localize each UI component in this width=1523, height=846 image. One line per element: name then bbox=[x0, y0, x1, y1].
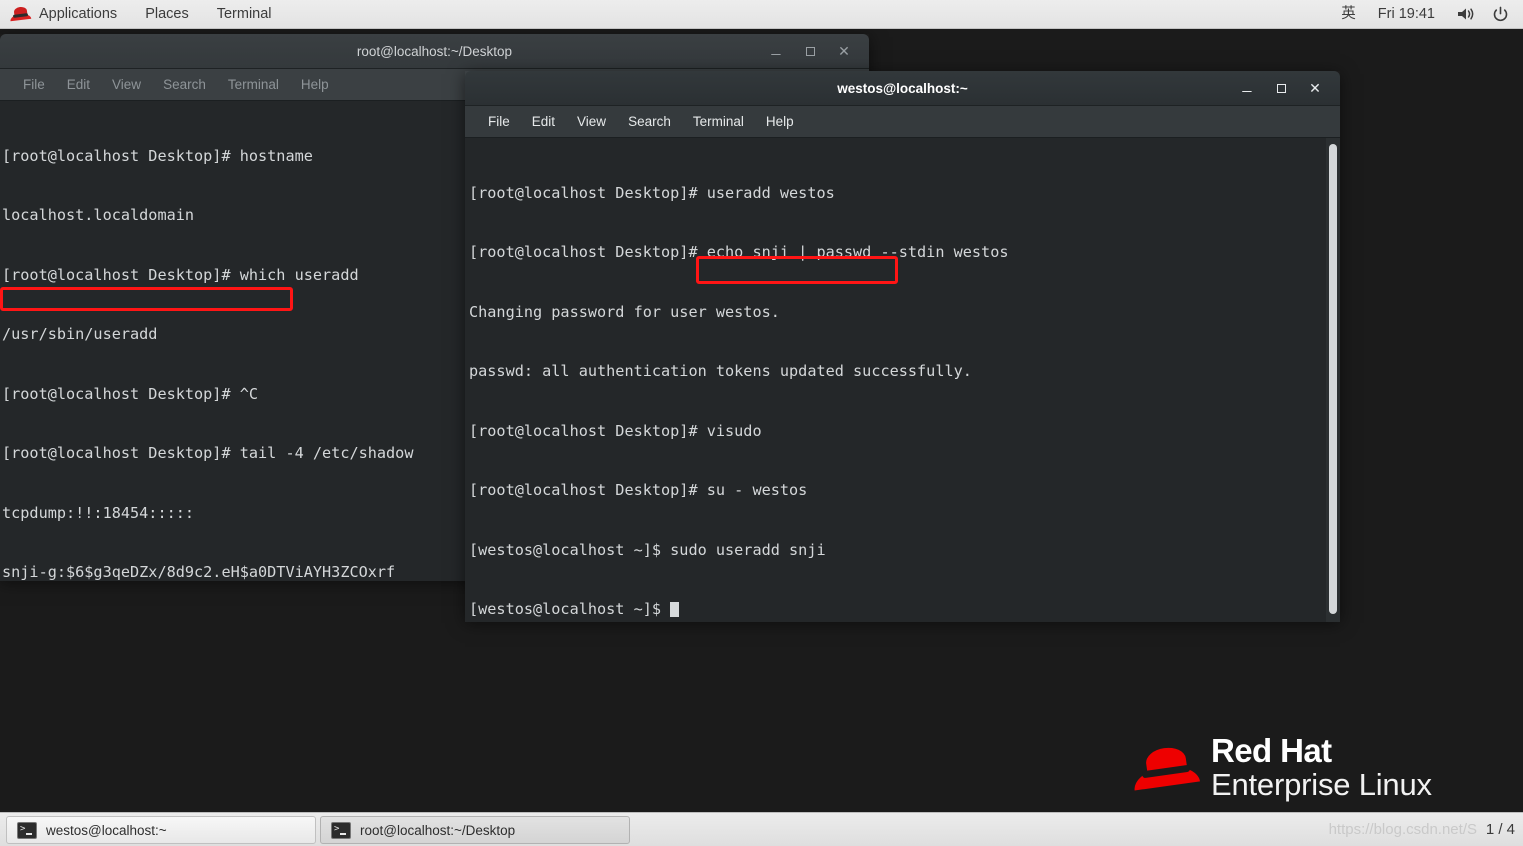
top-panel: Applications Places Terminal 英 Fri 19:41 bbox=[0, 0, 1523, 29]
taskbar-item-root[interactable]: root@localhost:~/Desktop bbox=[320, 816, 630, 844]
window-controls-westos: _ ✕ bbox=[1230, 71, 1332, 105]
desktop-screen: Applications Places Terminal 英 Fri 19:41 bbox=[0, 0, 1523, 846]
menu-help-westos[interactable]: Help bbox=[755, 106, 805, 137]
terminal-line: passwd: all authentication tokens update… bbox=[469, 362, 972, 381]
redhat-fedora-icon bbox=[9, 6, 32, 22]
close-button-root[interactable]: ✕ bbox=[827, 34, 861, 68]
menu-terminal-root[interactable]: Terminal bbox=[217, 69, 290, 100]
terminal-line: [root@localhost Desktop]# useradd westos bbox=[469, 183, 835, 202]
terminal-output-westos[interactable]: [root@localhost Desktop]# useradd westos… bbox=[465, 138, 1340, 622]
terminal-line: [root@localhost Desktop]# echo snji | pa… bbox=[469, 243, 1009, 262]
taskbar: westos@localhost:~ root@localhost:~/Desk… bbox=[0, 812, 1523, 846]
brand-line-2: Enterprise Linux bbox=[1211, 766, 1432, 802]
menubar-westos-terminal: File Edit View Search Terminal Help bbox=[465, 106, 1340, 138]
menu-applications[interactable]: Applications bbox=[0, 0, 131, 28]
titlebar-root-terminal[interactable]: root@localhost:~/Desktop _ ✕ bbox=[0, 34, 869, 69]
text-cursor bbox=[670, 602, 680, 618]
scrollbar-thumb[interactable] bbox=[1329, 144, 1337, 614]
terminal-line: [root@localhost Desktop]# su - westos bbox=[469, 481, 808, 500]
menu-file-westos[interactable]: File bbox=[477, 106, 521, 137]
brand-line-1: Red Hat bbox=[1211, 732, 1332, 769]
clock[interactable]: Fri 19:41 bbox=[1367, 0, 1446, 28]
minimize-button-root[interactable]: _ bbox=[759, 31, 793, 72]
redhat-fedora-logo-icon bbox=[1131, 744, 1201, 791]
power-icon[interactable] bbox=[1492, 6, 1509, 23]
terminal-text-westos: [root@localhost Desktop]# useradd westos… bbox=[465, 138, 1340, 622]
taskbar-item-westos-label: westos@localhost:~ bbox=[46, 822, 167, 838]
titlebar-westos-terminal[interactable]: westos@localhost:~ _ ✕ bbox=[465, 71, 1340, 106]
top-panel-status-area: 英 Fri 19:41 bbox=[1330, 0, 1523, 28]
vertical-scrollbar[interactable] bbox=[1326, 138, 1340, 622]
window-westos-terminal[interactable]: westos@localhost:~ _ ✕ File Edit View Se… bbox=[465, 71, 1340, 622]
menu-view-westos[interactable]: View bbox=[566, 106, 617, 137]
close-button-westos[interactable]: ✕ bbox=[1298, 71, 1332, 105]
menu-edit-root[interactable]: Edit bbox=[56, 69, 101, 100]
menu-terminal[interactable]: Terminal bbox=[203, 0, 286, 28]
terminal-icon bbox=[17, 821, 37, 839]
terminal-line: Changing password for user westos. bbox=[469, 302, 780, 321]
terminal-line: [root@localhost Desktop]# visudo bbox=[469, 421, 762, 440]
menu-search-westos[interactable]: Search bbox=[617, 106, 682, 137]
terminal-line-highlighted: [westos@localhost ~]$ sudo useradd snji bbox=[469, 540, 826, 559]
menu-view-root[interactable]: View bbox=[101, 69, 152, 100]
minimize-button-westos[interactable]: _ bbox=[1230, 68, 1264, 109]
terminal-prompt-line: [westos@localhost ~]$ bbox=[469, 600, 1340, 620]
watermark: https://blog.csdn.net/S bbox=[1328, 821, 1477, 838]
page-indicator: 1 / 4 bbox=[1485, 821, 1515, 838]
menu-edit-westos[interactable]: Edit bbox=[521, 106, 566, 137]
window-controls-root: _ ✕ bbox=[759, 34, 861, 68]
menu-places[interactable]: Places bbox=[131, 0, 203, 28]
menu-file-root[interactable]: File bbox=[12, 69, 56, 100]
terminal-prompt-text: [westos@localhost ~]$ bbox=[469, 600, 671, 619]
terminal-icon bbox=[331, 821, 351, 839]
menu-search-root[interactable]: Search bbox=[152, 69, 217, 100]
menu-applications-label: Applications bbox=[39, 6, 118, 22]
speaker-icon[interactable] bbox=[1456, 6, 1476, 22]
window-title-root: root@localhost:~/Desktop bbox=[356, 43, 513, 59]
rhel-branding: Red Hat Enterprise Linux bbox=[1131, 732, 1432, 802]
taskbar-item-root-label: root@localhost:~/Desktop bbox=[360, 822, 516, 838]
menu-terminal-westos[interactable]: Terminal bbox=[682, 106, 755, 137]
maximize-button-root[interactable] bbox=[793, 34, 827, 68]
maximize-button-westos[interactable] bbox=[1264, 71, 1298, 105]
input-method-indicator[interactable]: 英 bbox=[1330, 0, 1367, 28]
taskbar-item-westos[interactable]: westos@localhost:~ bbox=[6, 816, 316, 844]
menu-help-root[interactable]: Help bbox=[290, 69, 340, 100]
window-title-westos: westos@localhost:~ bbox=[837, 80, 968, 96]
